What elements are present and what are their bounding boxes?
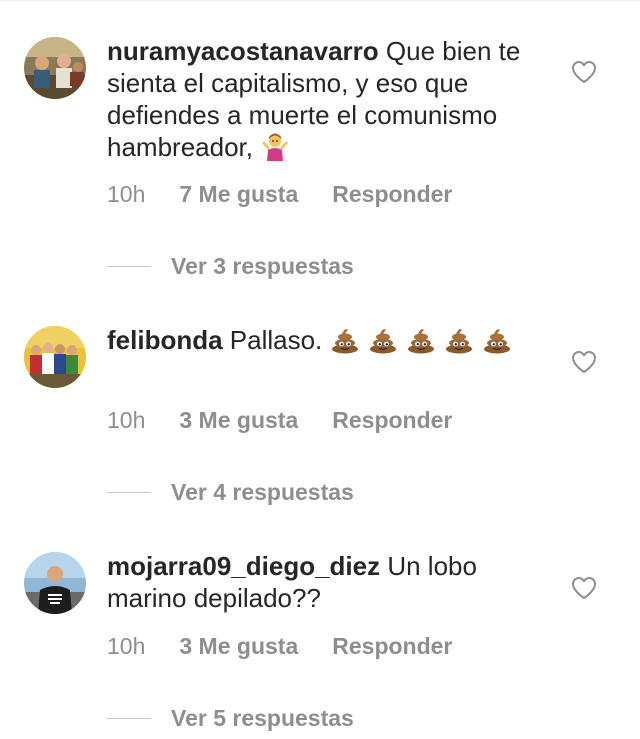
view-replies-label: Ver 5 respuestas (171, 705, 354, 731)
heart-outline-icon[interactable] (571, 350, 597, 374)
top-divider (0, 0, 640, 1)
comment-username[interactable]: felibonda (107, 325, 223, 355)
comment-body: nuramyacostanavarro Que bien te sienta e… (107, 35, 547, 163)
view-replies-button[interactable]: Ver 5 respuestas (107, 704, 354, 732)
view-replies-button[interactable]: Ver 4 respuestas (107, 478, 354, 506)
pile-of-poo-emoji (482, 324, 512, 354)
comment-meta: 10h 3 Me gusta Responder (107, 632, 452, 660)
comment-timestamp: 10h (107, 181, 146, 207)
avatar[interactable] (24, 326, 86, 388)
heart-outline-icon[interactable] (571, 60, 597, 84)
pile-of-poo-emoji (406, 324, 436, 354)
pile-of-poo-emoji (368, 324, 398, 354)
avatar-photo (24, 552, 86, 614)
view-replies-button[interactable]: Ver 3 respuestas (107, 252, 354, 280)
comment-username[interactable]: nuramyacostanavarro (107, 36, 379, 66)
avatar-photo (24, 37, 86, 99)
avatar[interactable] (24, 37, 86, 99)
reply-button[interactable]: Responder (332, 180, 452, 208)
likes-count-button[interactable]: 7 Me gusta (179, 180, 298, 208)
woman-shrugging-emoji (260, 131, 290, 161)
comment-body: felibonda Pallaso. (107, 324, 547, 356)
pile-of-poo-emoji (444, 324, 474, 354)
comment-username[interactable]: mojarra09_diego_diez (107, 551, 380, 581)
avatar-photo (24, 326, 86, 388)
view-replies-label: Ver 3 respuestas (171, 253, 354, 279)
comment-text: Pallaso. (222, 325, 330, 355)
view-replies-label: Ver 4 respuestas (171, 479, 354, 505)
comment-timestamp: 10h (107, 633, 146, 659)
comment-timestamp: 10h (107, 407, 146, 433)
reply-button[interactable]: Responder (332, 632, 452, 660)
likes-count-button[interactable]: 3 Me gusta (179, 406, 298, 434)
view-replies-divider (107, 717, 151, 719)
reply-button[interactable]: Responder (332, 406, 452, 434)
avatar[interactable] (24, 552, 86, 614)
comment-meta: 10h 3 Me gusta Responder (107, 406, 452, 434)
heart-outline-icon[interactable] (571, 576, 597, 600)
comment-body: mojarra09_diego_diez Un lobo marino depi… (107, 550, 547, 614)
comment-meta: 10h 7 Me gusta Responder (107, 180, 452, 208)
likes-count-button[interactable]: 3 Me gusta (179, 632, 298, 660)
view-replies-divider (107, 265, 151, 267)
pile-of-poo-emoji (330, 324, 360, 354)
view-replies-divider (107, 491, 151, 493)
